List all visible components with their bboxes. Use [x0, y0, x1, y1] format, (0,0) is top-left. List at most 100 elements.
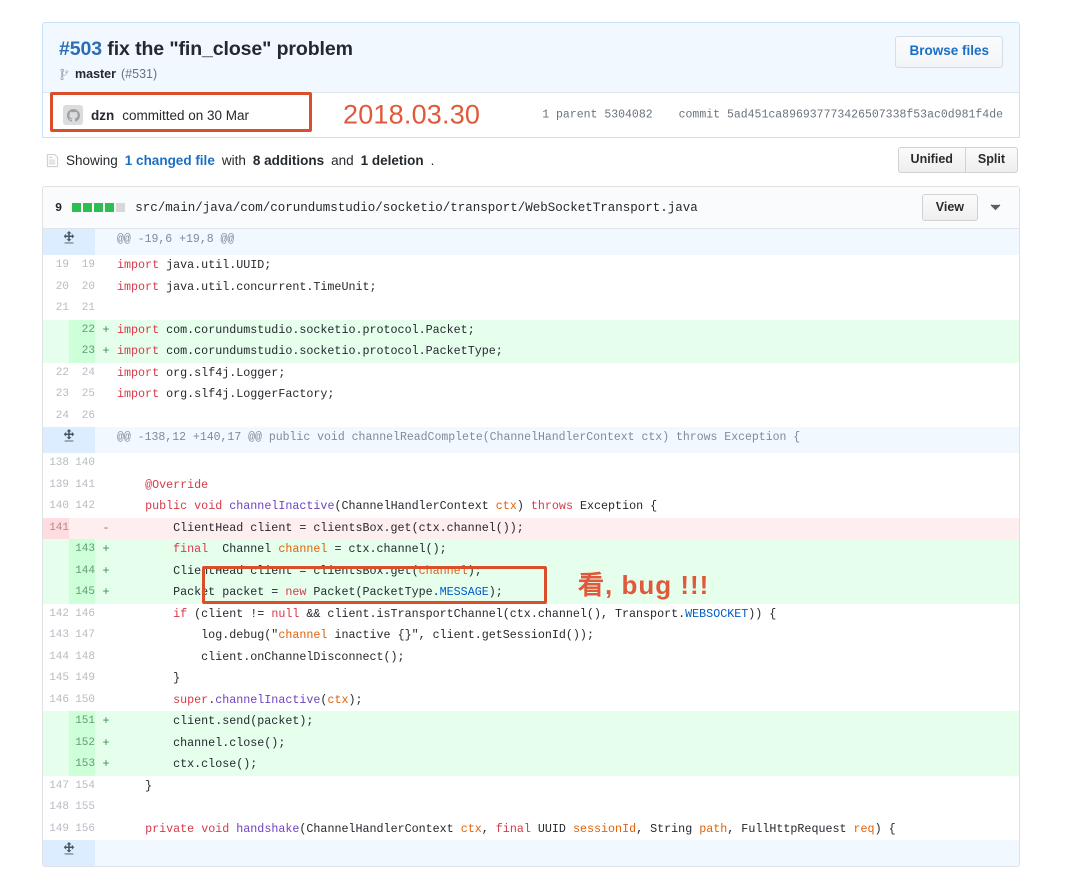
diff-line-code[interactable]: Packet packet = new Packet(PacketType.ME… [117, 582, 1019, 604]
diff-new-line-number[interactable]: 24 [69, 363, 95, 385]
diff-line-code[interactable]: ctx.close(); [117, 754, 1019, 776]
diff-old-line-number[interactable] [43, 539, 69, 561]
diff-line-code[interactable]: channel.close(); [117, 733, 1019, 755]
diff-line-code[interactable] [117, 453, 1019, 475]
diff-old-line-number[interactable]: 140 [43, 496, 69, 518]
diff-old-line-number[interactable]: 144 [43, 647, 69, 669]
diff-new-line-number[interactable]: 19 [69, 255, 95, 277]
diff-line-code[interactable]: final Channel channel = ctx.channel(); [117, 539, 1019, 561]
diff-old-line-number[interactable]: 149 [43, 819, 69, 841]
diff-new-line-number[interactable]: 26 [69, 406, 95, 428]
diff-old-line-number[interactable]: 23 [43, 384, 69, 406]
diff-new-line-number[interactable]: 152 [69, 733, 95, 755]
diff-old-line-number[interactable] [43, 733, 69, 755]
diff-old-line-number[interactable]: 145 [43, 668, 69, 690]
diff-line-code[interactable]: @Override [117, 475, 1019, 497]
split-view-button[interactable]: Split [965, 147, 1018, 174]
diff-old-line-number[interactable]: 24 [43, 406, 69, 428]
diff-line-code[interactable]: } [117, 776, 1019, 798]
diff-new-line-number[interactable] [69, 518, 95, 540]
changed-file-link[interactable]: 1 changed file [125, 153, 215, 168]
diff-new-line-number[interactable]: 22 [69, 320, 95, 342]
diff-line-code[interactable]: ClientHead client = clientsBox.get(ctx.c… [117, 518, 1019, 540]
diff-new-line-number[interactable]: 146 [69, 604, 95, 626]
diff-new-line-number[interactable]: 154 [69, 776, 95, 798]
diff-line-code[interactable]: client.send(packet); [117, 711, 1019, 733]
diff-line-marker [95, 406, 117, 428]
diff-new-line-number[interactable]: 153 [69, 754, 95, 776]
diff-new-line-number[interactable]: 145 [69, 582, 95, 604]
diff-line-code[interactable]: private void handshake(ChannelHandlerCon… [117, 819, 1019, 841]
branch-name[interactable]: master [75, 67, 116, 81]
diff-line-code[interactable]: public void channelInactive(ChannelHandl… [117, 496, 1019, 518]
diff-line-code[interactable]: import org.slf4j.Logger; [117, 363, 1019, 385]
diff-line-code[interactable]: import com.corundumstudio.socketio.proto… [117, 341, 1019, 363]
diff-old-line-number[interactable] [43, 320, 69, 342]
diff-new-line-number[interactable]: 155 [69, 797, 95, 819]
diff-line-code[interactable]: import org.slf4j.LoggerFactory; [117, 384, 1019, 406]
deletions-count: 1 deletion [361, 153, 424, 168]
diff-old-line-number[interactable] [43, 582, 69, 604]
parent-sha[interactable]: 5304082 [604, 109, 652, 122]
diff-new-line-number[interactable]: 141 [69, 475, 95, 497]
expand-hunk-button[interactable] [43, 427, 95, 453]
diff-line-code[interactable]: log.debug("channel inactive {}", clien… [117, 625, 1019, 647]
diff-new-line-number[interactable]: 147 [69, 625, 95, 647]
diff-old-line-number[interactable]: 142 [43, 604, 69, 626]
diff-old-line-number[interactable]: 143 [43, 625, 69, 647]
file-path[interactable]: src/main/java/com/corundumstudio/socketi… [135, 201, 698, 215]
diff-old-line-number[interactable]: 141 [43, 518, 69, 540]
diff-line-row: 23 25 import org.slf4j.LoggerFactory; [43, 384, 1019, 406]
diff-new-line-number[interactable]: 142 [69, 496, 95, 518]
diff-view-toggle: Unified Split [898, 147, 1018, 174]
diff-old-line-number[interactable]: 22 [43, 363, 69, 385]
diff-new-line-number[interactable]: 148 [69, 647, 95, 669]
diff-new-line-number[interactable]: 140 [69, 453, 95, 475]
commit-number-link[interactable]: #503 [59, 38, 102, 60]
branch-info: master (#531) [59, 67, 353, 81]
diff-line-code[interactable]: ClientHead client = clientsBox.get(chann… [117, 561, 1019, 583]
diff-new-line-number[interactable]: 143 [69, 539, 95, 561]
diff-old-line-number[interactable] [43, 711, 69, 733]
diff-new-line-number[interactable]: 25 [69, 384, 95, 406]
diff-old-line-number[interactable]: 139 [43, 475, 69, 497]
diff-line-code[interactable]: } [117, 668, 1019, 690]
diff-old-line-number[interactable]: 148 [43, 797, 69, 819]
expand-below-button[interactable] [43, 840, 95, 866]
hunk-marker-cell [95, 427, 117, 453]
diff-old-line-number[interactable] [43, 341, 69, 363]
diff-new-line-number[interactable]: 20 [69, 277, 95, 299]
commit-sha[interactable]: 5ad451ca896937773426507338f53ac0d981f4de [727, 109, 1003, 122]
diff-line-code[interactable] [117, 298, 1019, 320]
diff-new-line-number[interactable]: 150 [69, 690, 95, 712]
diff-line-code[interactable] [117, 797, 1019, 819]
chevron-down-icon[interactable] [978, 202, 1009, 214]
diff-old-line-number[interactable] [43, 561, 69, 583]
diff-old-line-number[interactable]: 20 [43, 277, 69, 299]
diff-old-line-number[interactable]: 146 [43, 690, 69, 712]
diff-line-code[interactable]: super.channelInactive(ctx); [117, 690, 1019, 712]
diff-line-code[interactable] [117, 406, 1019, 428]
diff-new-line-number[interactable]: 21 [69, 298, 95, 320]
expand-hunk-button[interactable] [43, 229, 95, 255]
diff-new-line-number[interactable]: 156 [69, 819, 95, 841]
diff-new-line-number[interactable]: 23 [69, 341, 95, 363]
browse-files-button[interactable]: Browse files [895, 36, 1003, 68]
diff-old-line-number[interactable] [43, 754, 69, 776]
diff-new-line-number[interactable]: 151 [69, 711, 95, 733]
diff-line-row: 151 + client.send(packet); [43, 711, 1019, 733]
diff-old-line-number[interactable]: 21 [43, 298, 69, 320]
diff-line-code[interactable]: if (client != null && client.isTransport… [117, 604, 1019, 626]
diff-line-code[interactable]: import java.util.concurrent.TimeUnit; [117, 277, 1019, 299]
view-file-button[interactable]: View [922, 194, 978, 221]
diff-old-line-number[interactable]: 19 [43, 255, 69, 277]
diff-line-code[interactable]: import java.util.UUID; [117, 255, 1019, 277]
diff-new-line-number[interactable]: 149 [69, 668, 95, 690]
diff-old-line-number[interactable]: 147 [43, 776, 69, 798]
commit-author-name[interactable]: dzn [91, 108, 114, 123]
diff-new-line-number[interactable]: 144 [69, 561, 95, 583]
diff-line-code[interactable]: import com.corundumstudio.socketio.proto… [117, 320, 1019, 342]
diff-old-line-number[interactable]: 138 [43, 453, 69, 475]
unified-view-button[interactable]: Unified [898, 147, 965, 174]
diff-line-code[interactable]: client.onChannelDisconnect(); [117, 647, 1019, 669]
